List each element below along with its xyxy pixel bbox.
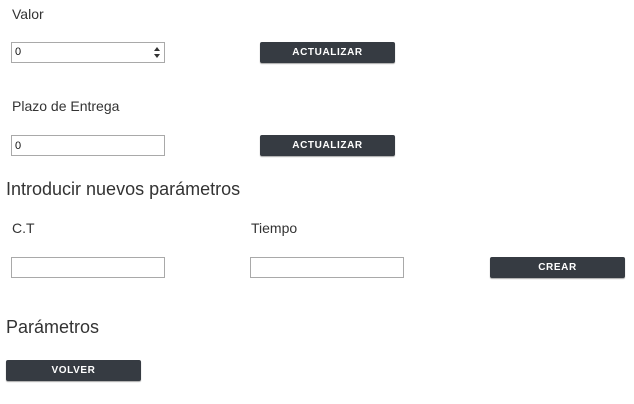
tiempo-label: Tiempo xyxy=(251,220,298,236)
ct-label: C.T xyxy=(12,220,35,236)
valor-update-button[interactable]: ACTUALIZAR xyxy=(260,42,395,63)
spin-down-icon[interactable] xyxy=(154,54,160,58)
plazo-update-button[interactable]: ACTUALIZAR xyxy=(260,135,395,156)
valor-number-input[interactable]: 0 xyxy=(11,42,165,63)
ct-input[interactable] xyxy=(11,257,165,278)
valor-label: Valor xyxy=(12,6,44,22)
plazo-label: Plazo de Entrega xyxy=(12,98,120,114)
create-button[interactable]: CREAR xyxy=(490,257,625,278)
spin-up-icon[interactable] xyxy=(154,47,160,51)
plazo-input[interactable] xyxy=(11,135,165,156)
number-spinner[interactable] xyxy=(152,45,162,60)
valor-value: 0 xyxy=(15,46,22,58)
params-heading: Parámetros xyxy=(6,317,100,337)
back-button[interactable]: VOLVER xyxy=(6,360,141,381)
tiempo-input[interactable] xyxy=(250,257,404,278)
new-params-heading: Introducir nuevos parámetros xyxy=(6,179,241,199)
